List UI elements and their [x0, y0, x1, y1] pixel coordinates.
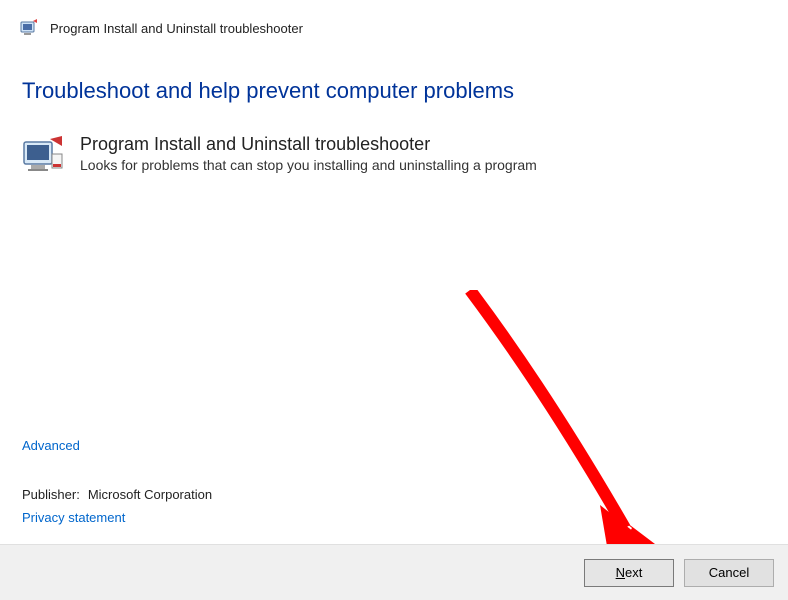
page-heading: Troubleshoot and help prevent computer p…	[0, 48, 788, 114]
publisher-name: Microsoft Corporation	[88, 487, 212, 502]
troubleshooter-block: Program Install and Uninstall troublesho…	[0, 114, 788, 176]
button-bar: Next Cancel	[0, 544, 788, 600]
next-rest: ext	[625, 565, 642, 580]
troubleshooter-text: Program Install and Uninstall troublesho…	[80, 134, 537, 173]
publisher-row: Publisher: Microsoft Corporation	[22, 487, 212, 502]
advanced-link[interactable]: Advanced	[22, 438, 80, 453]
lower-info-block: Advanced Publisher: Microsoft Corporation…	[22, 438, 212, 525]
title-bar: Program Install and Uninstall troublesho…	[0, 0, 788, 48]
next-button[interactable]: Next	[584, 559, 674, 587]
window-title: Program Install and Uninstall troublesho…	[50, 21, 303, 36]
next-accesskey: N	[616, 565, 625, 580]
troubleshooter-small-icon	[20, 18, 40, 38]
privacy-statement-link[interactable]: Privacy statement	[22, 510, 125, 525]
annotation-arrow-icon	[440, 290, 680, 570]
publisher-label: Publisher:	[22, 487, 80, 502]
troubleshooter-title: Program Install and Uninstall troublesho…	[80, 134, 537, 155]
cancel-button[interactable]: Cancel	[684, 559, 774, 587]
troubleshooter-description: Looks for problems that can stop you ins…	[80, 157, 537, 173]
troubleshooter-large-icon	[22, 134, 64, 176]
